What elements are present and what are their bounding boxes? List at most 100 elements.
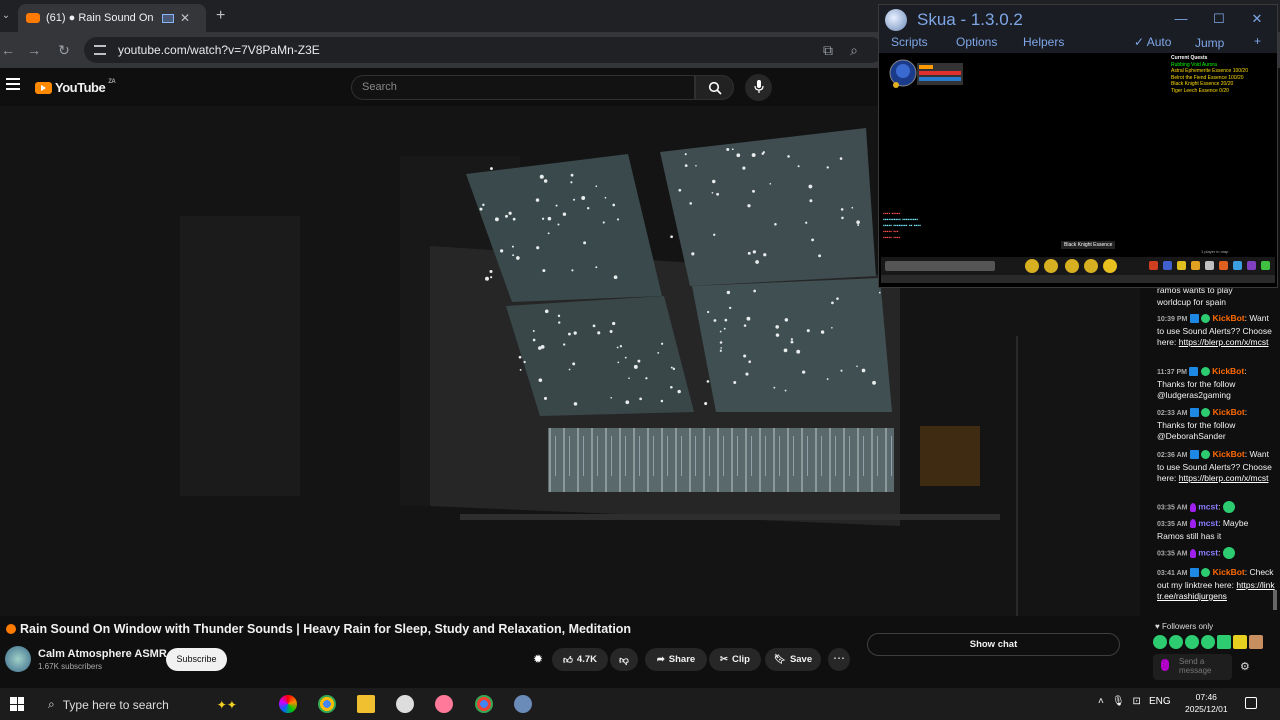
raindrop — [624, 356, 627, 359]
minimize-icon[interactable]: — — [1173, 11, 1189, 26]
chat-username[interactable]: KickBot — [1212, 313, 1244, 323]
add-button[interactable]: + — [1254, 34, 1261, 48]
menu-icon[interactable] — [1261, 261, 1270, 270]
gear-icon[interactable]: ✹ — [533, 652, 547, 666]
clip-button[interactable]: ✂ Clip — [709, 648, 761, 671]
menu-icon[interactable] — [1191, 261, 1200, 270]
search-input[interactable]: Search — [351, 75, 695, 100]
skill-slot-icon[interactable] — [1065, 259, 1079, 273]
youtube-logo[interactable]: YouTube ZA — [35, 79, 116, 95]
skua-taskbar-icon[interactable] — [514, 695, 532, 713]
jump-button[interactable]: Jump — [1195, 36, 1224, 50]
obs-icon[interactable] — [396, 695, 414, 713]
subscribe-button[interactable]: Subscribe — [166, 648, 227, 671]
microphone-icon[interactable] — [1161, 659, 1169, 671]
chat-link[interactable]: https://blerp.com/x/mcst — [1179, 337, 1269, 347]
notification-icon[interactable] — [1245, 697, 1257, 709]
close-icon[interactable]: ✕ — [1249, 11, 1265, 27]
emote-icon[interactable] — [1249, 635, 1263, 649]
auto-toggle[interactable]: ✓ Auto — [1134, 35, 1171, 49]
chat-scrollbar[interactable] — [1273, 590, 1277, 610]
skua-titlebar[interactable]: Skua - 1.3.0.2 — ☐ ✕ — [879, 5, 1277, 33]
tab-close-icon[interactable]: ✕ — [180, 11, 190, 25]
chat-username[interactable]: KickBot — [1213, 407, 1245, 417]
voice-search-button[interactable] — [745, 74, 772, 101]
chat-settings-icon[interactable]: ⚙ — [1240, 660, 1250, 673]
chevron-up-icon[interactable]: ˄ — [1098, 696, 1104, 707]
reload-icon[interactable]: ↻ — [54, 40, 74, 60]
file-explorer-icon[interactable] — [357, 695, 375, 713]
game-chat-log: ▪▪▪▪ ▪▪▪▪▪ ▪▪▪▪▪▪▪▪▪▪ ▪▪▪▪▪▪▪▪▪ ▪▪▪▪▪ ▪▪… — [883, 211, 921, 241]
menu-icon[interactable] — [1149, 261, 1158, 270]
emote-icon[interactable] — [1233, 635, 1247, 649]
microphone-icon[interactable]: 🎙︎ — [1112, 696, 1125, 707]
search-button[interactable] — [695, 75, 734, 100]
skill-slot-icon[interactable] — [1103, 259, 1117, 273]
emote-icon[interactable] — [1153, 635, 1167, 649]
menu-icon[interactable] — [1177, 261, 1186, 270]
game-canvas[interactable]: Current Quests Rubbing Void Aurora Astra… — [881, 53, 1275, 285]
taskbar-search[interactable]: ⌕ Type here to search ✦✦ — [48, 697, 237, 712]
zoom-icon[interactable]: ⌕ — [844, 40, 864, 60]
hamburger-menu-icon[interactable] — [6, 78, 20, 90]
like-button[interactable]: 👍︎ 4.7K — [552, 648, 608, 671]
browser-tab-active[interactable]: (61) ● Rain Sound On Win ✕ — [18, 4, 206, 32]
save-button[interactable]: 🔖︎ Save — [765, 648, 821, 671]
chat-username[interactable]: mcst — [1198, 547, 1218, 557]
maximize-icon[interactable]: ☐ — [1211, 11, 1227, 27]
show-chat-button[interactable]: Show chat — [867, 633, 1120, 656]
emote-icon[interactable] — [1169, 635, 1183, 649]
menu-icon[interactable] — [1205, 261, 1214, 270]
raindrop — [856, 365, 858, 368]
raindrop — [505, 214, 508, 218]
app-icon[interactable] — [435, 695, 453, 713]
chat-username[interactable]: KickBot — [1213, 449, 1245, 459]
new-tab-button[interactable]: + — [216, 6, 230, 26]
network-icon[interactable]: ⊡ — [1133, 696, 1141, 707]
chat-username[interactable]: mcst — [1198, 501, 1218, 511]
raindrop — [840, 208, 844, 211]
emote-quick-bar[interactable] — [1153, 635, 1263, 649]
skill-slot-icon[interactable] — [1025, 259, 1039, 273]
raindrop — [747, 204, 751, 208]
menu-icon[interactable] — [1247, 261, 1256, 270]
skill-slot-icon[interactable] — [1044, 259, 1058, 273]
install-app-icon[interactable]: ⧉ — [818, 40, 838, 60]
tab-search-chevron-icon[interactable]: ⌄ — [0, 6, 12, 26]
back-arrow-icon[interactable]: ← — [0, 40, 18, 60]
menu-icon[interactable] — [1233, 261, 1242, 270]
site-info-icon[interactable] — [94, 45, 106, 55]
chat-link[interactable]: https://blerp.com/x/mcst — [1179, 473, 1269, 483]
menu-scripts[interactable]: Scripts — [891, 35, 928, 49]
share-button[interactable]: ➦ Share — [645, 648, 707, 671]
skill-bar[interactable] — [881, 257, 1275, 275]
emote-icon[interactable] — [1217, 635, 1231, 649]
system-tray[interactable]: ˄ 🎙︎ ⊡ ENG — [1098, 696, 1171, 707]
chat-username[interactable]: mcst — [1198, 518, 1218, 528]
emote-icon[interactable] — [1201, 635, 1215, 649]
language-indicator[interactable]: ENG — [1149, 696, 1171, 707]
dislike-button[interactable]: 👎︎ — [610, 648, 638, 671]
chrome-icon[interactable] — [475, 695, 493, 713]
skill-slot-icon[interactable] — [1084, 259, 1098, 273]
menu-icon[interactable] — [1163, 261, 1172, 270]
emote-icon[interactable] — [1185, 635, 1199, 649]
chat-username[interactable]: KickBot — [1213, 567, 1245, 577]
chat-username[interactable]: KickBot — [1212, 366, 1244, 376]
copilot-icon[interactable] — [279, 695, 297, 713]
menu-icon[interactable] — [1219, 261, 1228, 270]
menu-options[interactable]: Options — [956, 35, 997, 49]
clock[interactable]: 07:46 2025/12/01 — [1185, 691, 1228, 715]
windows-start-icon[interactable] — [10, 697, 24, 711]
check-circle-icon: ✓ — [1134, 35, 1145, 49]
chrome-icon[interactable] — [318, 695, 336, 713]
menu-helpers[interactable]: Helpers — [1023, 35, 1064, 49]
chat-input-bar[interactable] — [885, 261, 995, 271]
forward-arrow-icon[interactable]: → — [24, 40, 44, 60]
channel-name[interactable]: Calm Atmosphere ASMR — [38, 648, 167, 660]
address-bar[interactable]: youtube.com/watch?v=7V8PaMn-Z3E — [84, 37, 884, 63]
more-actions-button[interactable]: ⋯ — [828, 648, 850, 671]
skua-title: Skua - 1.3.0.2 — [917, 10, 1023, 29]
raindrop — [840, 369, 843, 372]
channel-avatar[interactable] — [5, 646, 31, 672]
